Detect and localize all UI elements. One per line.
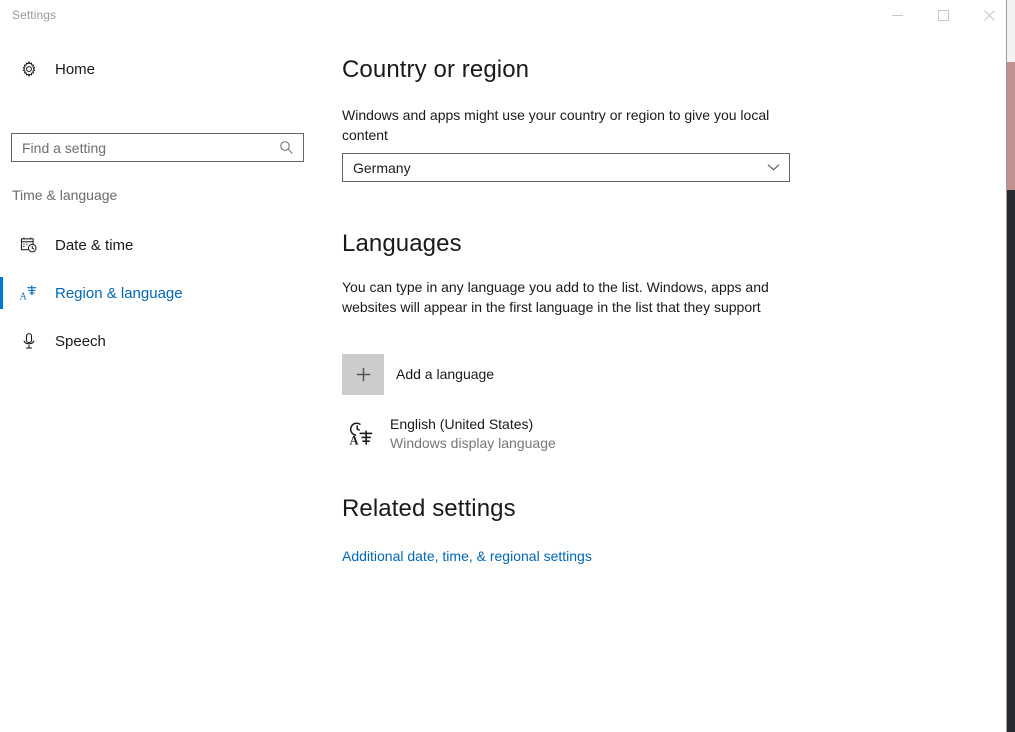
nav-group-header: Time & language [12, 187, 117, 203]
sidebar-item-speech-label: Speech [55, 333, 106, 350]
plus-icon [342, 354, 384, 395]
sidebar-item-home[interactable]: Home [0, 49, 330, 89]
language-pack-icon: A [340, 419, 384, 449]
languages-section-description: You can type in any language you add to … [342, 277, 774, 317]
language-icon: A [6, 283, 52, 303]
list-item[interactable]: A English (United States) Windows displa… [340, 410, 680, 458]
language-name: English (United States) [390, 415, 556, 434]
language-subtitle: Windows display language [390, 434, 556, 453]
add-language-label: Add a language [396, 366, 494, 382]
country-section-title: Country or region [342, 56, 529, 84]
selection-accent-bar [0, 277, 3, 309]
country-or-region-selected-value: Germany [343, 160, 757, 176]
maximize-icon [938, 10, 949, 21]
gear-icon [6, 60, 52, 78]
sidebar-item-date-time-label: Date & time [55, 237, 133, 254]
close-icon [984, 10, 995, 21]
sidebar-item-speech[interactable]: Speech [0, 319, 330, 363]
background-window-sliver [1007, 62, 1015, 190]
sidebar-item-region-language[interactable]: A Region & language [0, 271, 330, 315]
sidebar-item-home-label: Home [55, 61, 95, 78]
navigation-pane: Home Time & language [0, 32, 330, 732]
country-section-description: Windows and apps might use your country … [342, 105, 774, 145]
languages-section-title: Languages [342, 230, 462, 258]
window-title: Settings [12, 8, 56, 22]
background-window-titlebar-sliver [1007, 0, 1015, 62]
search-input[interactable] [12, 135, 269, 160]
content-pane: Country or region Windows and apps might… [330, 32, 1006, 732]
sidebar-item-region-language-label: Region & language [55, 285, 183, 302]
minimize-icon [892, 10, 903, 21]
calendar-clock-icon [6, 236, 52, 254]
additional-date-time-regional-settings-link[interactable]: Additional date, time, & regional settin… [342, 548, 592, 564]
svg-text:A: A [350, 434, 359, 448]
country-or-region-dropdown[interactable]: Germany [342, 153, 790, 182]
list-item-text: English (United States) Windows display … [390, 415, 556, 453]
title-bar[interactable]: Settings [0, 0, 1006, 32]
search-box[interactable] [11, 133, 304, 162]
settings-window: Settings Home [0, 0, 1007, 732]
minimize-button[interactable] [874, 0, 920, 30]
add-language-button[interactable]: Add a language [342, 352, 642, 396]
chevron-down-icon [757, 163, 789, 172]
svg-text:A: A [19, 291, 27, 302]
maximize-button[interactable] [920, 0, 966, 30]
microphone-icon [6, 332, 52, 350]
related-settings-title: Related settings [342, 495, 516, 523]
close-button[interactable] [966, 0, 1007, 30]
search-icon[interactable] [269, 140, 303, 155]
sidebar-item-date-time[interactable]: Date & time [0, 223, 330, 267]
selection-accent-bar [0, 325, 3, 357]
selection-accent-bar [0, 229, 3, 261]
